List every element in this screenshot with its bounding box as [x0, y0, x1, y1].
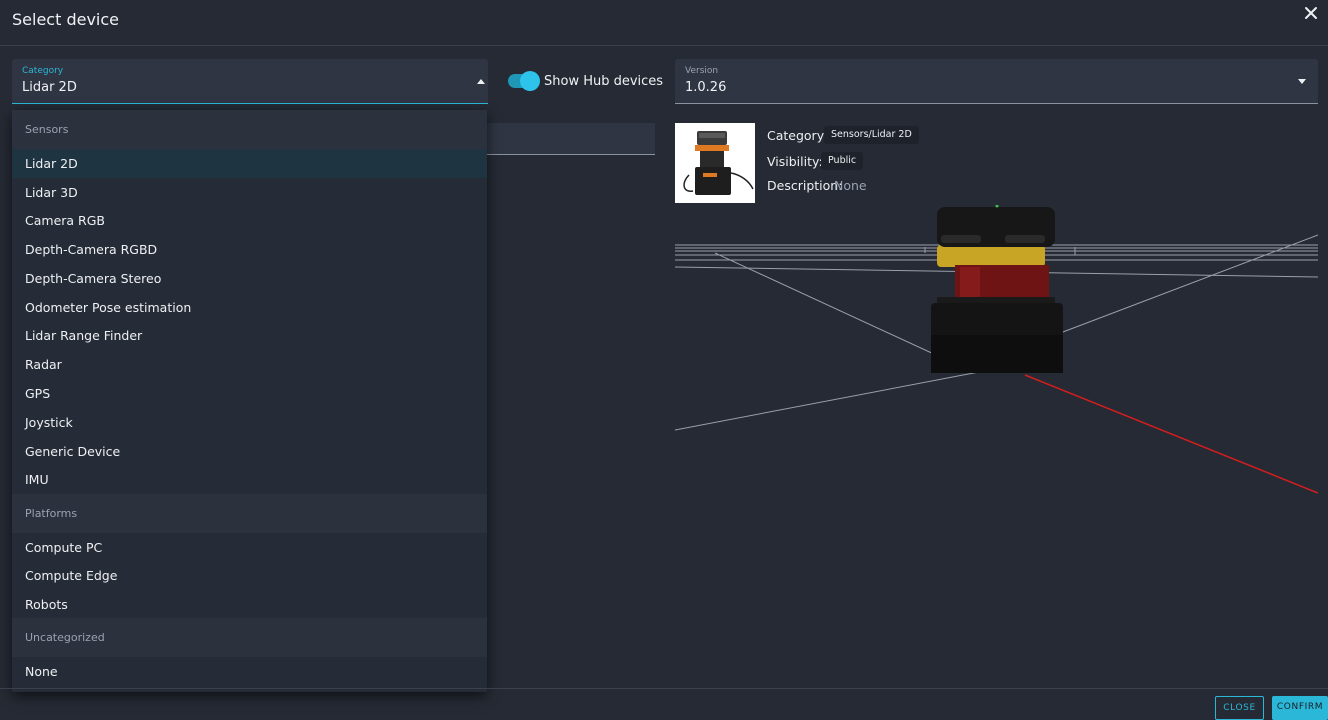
device-thumbnail [675, 123, 755, 203]
footer-divider [0, 688, 1328, 689]
show-hub-label: Show Hub devices [544, 74, 664, 89]
option-generic-device[interactable]: Generic Device [12, 437, 487, 466]
description-info-value: None [834, 178, 867, 193]
close-icon[interactable] [1302, 4, 1320, 22]
category-label: Category [22, 66, 64, 76]
option-none[interactable]: None [12, 657, 487, 686]
category-chip: Sensors/Lidar 2D [824, 126, 919, 144]
option-imu[interactable]: IMU [12, 465, 487, 494]
version-value: 1.0.26 [685, 80, 727, 95]
category-dropdown-menu: Sensors Lidar 2D Lidar 3D Camera RGB Dep… [12, 110, 487, 692]
visibility-info-label: Visibility: [767, 154, 823, 169]
group-header-sensors: Sensors [12, 110, 487, 149]
category-value: Lidar 2D [22, 80, 77, 95]
option-lidar-2d[interactable]: Lidar 2D [12, 149, 487, 178]
version-label: Version [685, 66, 719, 76]
close-button[interactable]: CLOSE [1215, 696, 1264, 720]
option-lidar-range-finder[interactable]: Lidar Range Finder [12, 321, 487, 350]
x-axis-line [1024, 374, 1318, 494]
caret-down-icon[interactable] [1298, 79, 1306, 84]
option-compute-pc[interactable]: Compute PC [12, 533, 487, 562]
category-info-label: Category: [767, 128, 828, 143]
group-header-uncategorized: Uncategorized [12, 618, 487, 657]
group-header-platforms: Platforms [12, 494, 487, 533]
option-gps[interactable]: GPS [12, 379, 487, 408]
search-field-background [486, 123, 655, 155]
version-select[interactable]: Version 1.0.26 [675, 59, 1318, 104]
description-info-label: Description: [767, 178, 843, 193]
option-camera-rgb[interactable]: Camera RGB [12, 206, 487, 235]
option-robots[interactable]: Robots [12, 590, 487, 619]
show-hub-toggle[interactable] [508, 71, 540, 91]
dialog-header: Select device [0, 0, 1328, 46]
caret-up-icon[interactable] [477, 79, 485, 84]
dialog-title: Select device [12, 10, 119, 29]
toggle-knob [520, 71, 540, 91]
option-radar[interactable]: Radar [12, 350, 487, 379]
option-depth-camera-rgbd[interactable]: Depth-Camera RGBD [12, 235, 487, 264]
option-odometer-pose-estimation[interactable]: Odometer Pose estimation [12, 293, 487, 322]
option-lidar-3d[interactable]: Lidar 3D [12, 178, 487, 207]
visibility-chip: Public [821, 152, 864, 170]
option-compute-edge[interactable]: Compute Edge [12, 561, 487, 590]
lidar-model [931, 205, 1063, 373]
option-depth-camera-stereo[interactable]: Depth-Camera Stereo [12, 264, 487, 293]
confirm-button[interactable]: CONFIRM [1272, 696, 1328, 720]
device-3d-viewer[interactable] [675, 205, 1318, 685]
option-joystick[interactable]: Joystick [12, 408, 487, 437]
category-select[interactable]: Category Lidar 2D [12, 59, 488, 104]
